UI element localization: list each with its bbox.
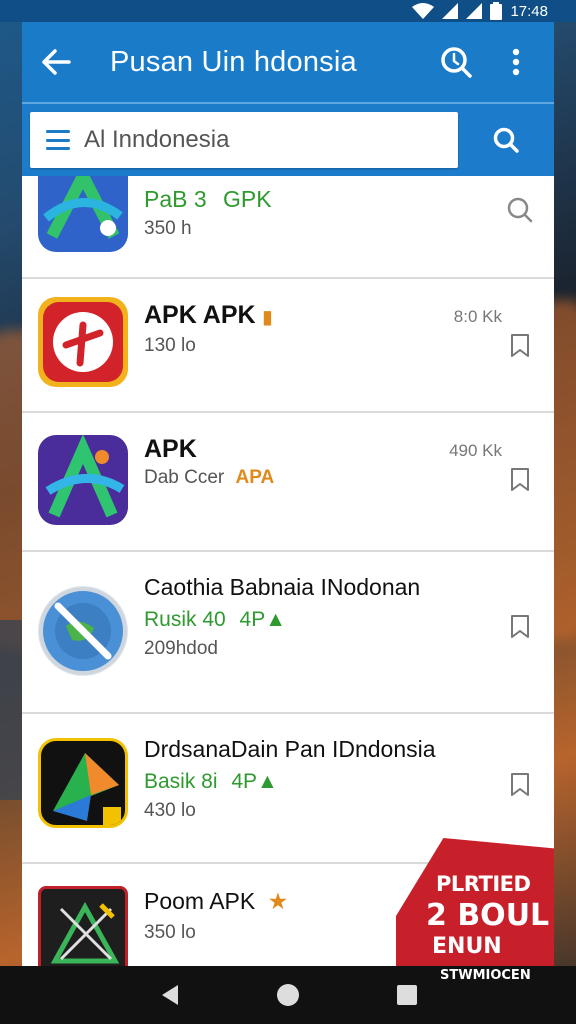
app-icon [38, 435, 128, 525]
promo-footer: STWMIOCEN [440, 968, 531, 983]
search-box[interactable] [30, 112, 458, 168]
app-size: 8:0 Kk [453, 307, 502, 326]
app-meta: Basik 8i 4P▲ [144, 770, 278, 793]
app-size: 490 Kk [449, 441, 502, 460]
signal-icon [442, 3, 459, 19]
app-name: Poom APK ★ [144, 888, 289, 914]
wifi-icon [412, 3, 435, 19]
more-vert-icon [512, 48, 520, 76]
app-name: APK APK ▮ [144, 301, 273, 329]
status-time: 17:48 [510, 2, 548, 20]
app-meta: 130 lo [144, 335, 196, 356]
list-item[interactable]: PaB 3 GPK 350 h [22, 176, 554, 279]
list-item[interactable]: APK Dab Ccer APA 490 Kk [22, 413, 554, 552]
nav-recents-button[interactable] [392, 980, 422, 1010]
nav-back-icon [162, 985, 179, 1005]
app-name: APK [144, 435, 197, 463]
promo-line: PLRTIED [436, 872, 531, 896]
nav-home-button[interactable] [273, 980, 303, 1010]
app-meta: 350 lo [144, 922, 196, 943]
search-row [22, 102, 554, 176]
app-icon [38, 886, 128, 966]
more-options-button[interactable] [496, 42, 536, 82]
signal-icon [466, 3, 483, 19]
menu-icon[interactable] [46, 130, 70, 150]
app-icon [38, 297, 128, 387]
status-bar: 17:48 [0, 0, 576, 22]
app-meta: Dab Ccer APA [144, 467, 275, 488]
app-name: DrdsanaDain Pan IDndonsia [144, 736, 436, 762]
app-meta: Rusik 40 4P▲ [144, 608, 287, 631]
list-item[interactable]: Caothia Babnaia INodonan Rusik 40 4P▲ 20… [22, 552, 554, 714]
search-button[interactable] [436, 42, 476, 82]
search-icon [493, 127, 519, 153]
search-input[interactable] [84, 126, 442, 154]
app-name: Caothia Babnaia INodonan [144, 574, 421, 600]
page-title: Pusan Uin hdonsia [110, 45, 357, 78]
search-submit-button[interactable] [466, 112, 546, 168]
bookmark-icon[interactable] [506, 331, 534, 359]
app-meta: 350 h [144, 218, 192, 239]
arrow-left-icon [42, 49, 71, 75]
search-icon [441, 47, 472, 78]
app-icon [38, 738, 128, 828]
app-bar: Pusan Uin hdonsia [22, 22, 554, 102]
nav-recents-icon [396, 985, 417, 1005]
nav-back-button[interactable] [154, 980, 184, 1010]
bookmark-icon[interactable] [506, 465, 534, 493]
search-icon[interactable] [506, 196, 534, 224]
nav-home-icon [276, 984, 299, 1006]
list-item[interactable]: APK APK ▮ 130 lo 8:0 Kk [22, 279, 554, 413]
promo-line: 2 BOUL [426, 898, 550, 933]
app-name: PaB 3 GPK [144, 186, 272, 212]
battery-icon [490, 2, 503, 20]
app-icon [38, 176, 128, 252]
app-detail: 209hdod [144, 638, 218, 659]
back-button[interactable] [40, 46, 72, 78]
app-detail: 430 lo [144, 800, 196, 821]
bookmark-icon[interactable] [506, 612, 534, 640]
promo-line: ENUN [432, 934, 502, 959]
app-icon [38, 586, 128, 676]
bookmark-icon[interactable] [506, 770, 534, 798]
